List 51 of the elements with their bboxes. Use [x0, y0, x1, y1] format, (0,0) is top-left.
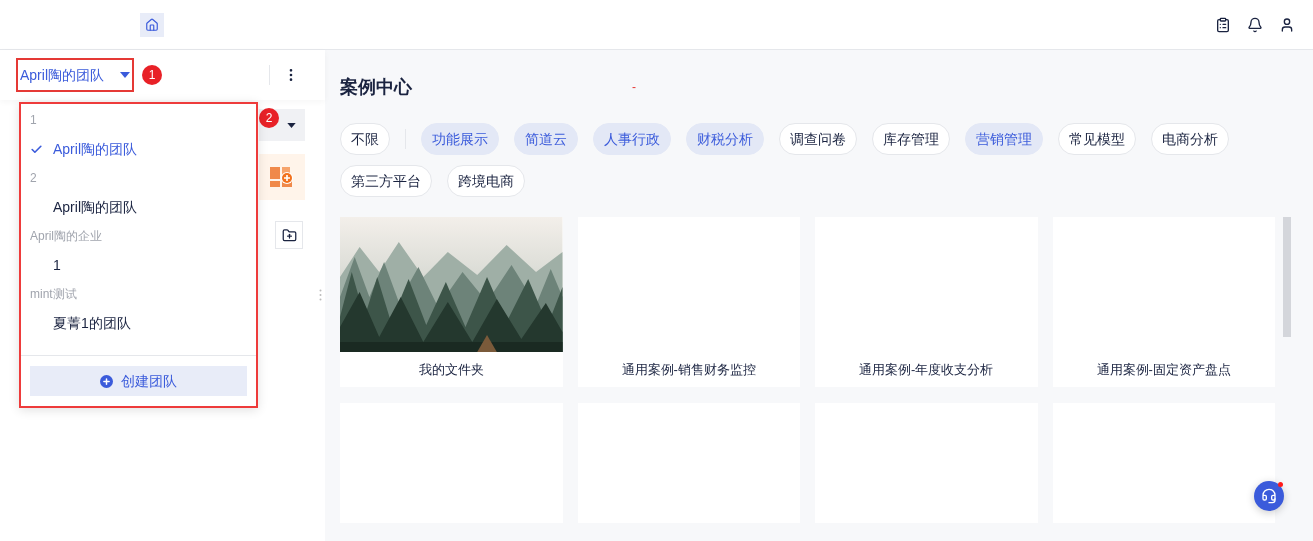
- template-tile[interactable]: [259, 154, 305, 200]
- team-option[interactable]: 1: [21, 245, 256, 285]
- filter-tag[interactable]: 营销管理: [965, 123, 1043, 155]
- add-icon: [100, 374, 113, 388]
- case-card[interactable]: 通用案例-销售财务监控: [577, 217, 800, 387]
- filter-tag[interactable]: 调查问卷: [779, 123, 857, 155]
- card-caption: 通用案例-销售财务监控: [620, 360, 757, 379]
- user-icon[interactable]: [1279, 16, 1295, 33]
- home-icon: [145, 17, 159, 32]
- group-heading: 2: [29, 170, 38, 187]
- notification-icon[interactable]: [1247, 16, 1263, 33]
- home-button[interactable]: [140, 12, 164, 37]
- new-folder-button[interactable]: [275, 221, 303, 249]
- case-card[interactable]: 我的文件夹: [340, 217, 563, 387]
- create-team-button[interactable]: 创建团队: [30, 366, 247, 396]
- support-button[interactable]: [1254, 481, 1284, 511]
- dash-mark: -: [632, 79, 636, 96]
- team-option[interactable]: April陶的团队: [21, 187, 256, 227]
- clipboard-icon[interactable]: [1215, 16, 1231, 33]
- group-heading: 1: [29, 112, 38, 129]
- team-selector[interactable]: April陶的团队: [16, 58, 134, 92]
- caret-icon: [287, 122, 296, 128]
- team-option[interactable]: April陶的团队: [21, 129, 256, 169]
- page-title: 案例中心: [340, 75, 412, 99]
- team-option[interactable]: 夏菁1的团队: [21, 303, 256, 343]
- filter-tag[interactable]: 财税分析: [686, 123, 764, 155]
- filter-tag[interactable]: 人事行政: [593, 123, 671, 155]
- case-card[interactable]: 通用案例-固定资产盘点: [1052, 217, 1275, 387]
- annotation-badge: 1: [142, 65, 162, 85]
- filter-tag[interactable]: 功能展示: [421, 123, 499, 155]
- group-heading: April陶的企业: [29, 228, 103, 245]
- filter-tag[interactable]: 简道云: [514, 123, 578, 155]
- check-icon: [30, 142, 43, 156]
- layout-add-icon: [270, 165, 294, 189]
- filter-tag[interactable]: 库存管理: [872, 123, 950, 155]
- headset-icon: [1261, 488, 1277, 504]
- folder-plus-icon: [281, 227, 297, 243]
- card-caption: 通用案例-固定资产盘点: [1095, 360, 1232, 379]
- filter-tag[interactable]: 不限: [340, 123, 390, 155]
- caret-icon: [120, 72, 130, 78]
- filter-tag[interactable]: 常见模型: [1058, 123, 1136, 155]
- scrollbar-thumb[interactable]: [1283, 217, 1291, 337]
- case-card[interactable]: 通用案例-年度收支分析: [815, 217, 1038, 387]
- drag-handle-icon[interactable]: [319, 289, 322, 301]
- annotation-badge: 2: [259, 108, 279, 128]
- filter-tag[interactable]: 跨境电商: [447, 165, 525, 197]
- filter-tag[interactable]: 电商分析: [1151, 123, 1229, 155]
- filter-tag[interactable]: 第三方平台: [340, 165, 432, 197]
- card-caption: 通用案例-年度收支分析: [858, 360, 995, 379]
- card-caption: 我的文件夹: [417, 360, 485, 379]
- group-heading: mint测试: [29, 286, 78, 303]
